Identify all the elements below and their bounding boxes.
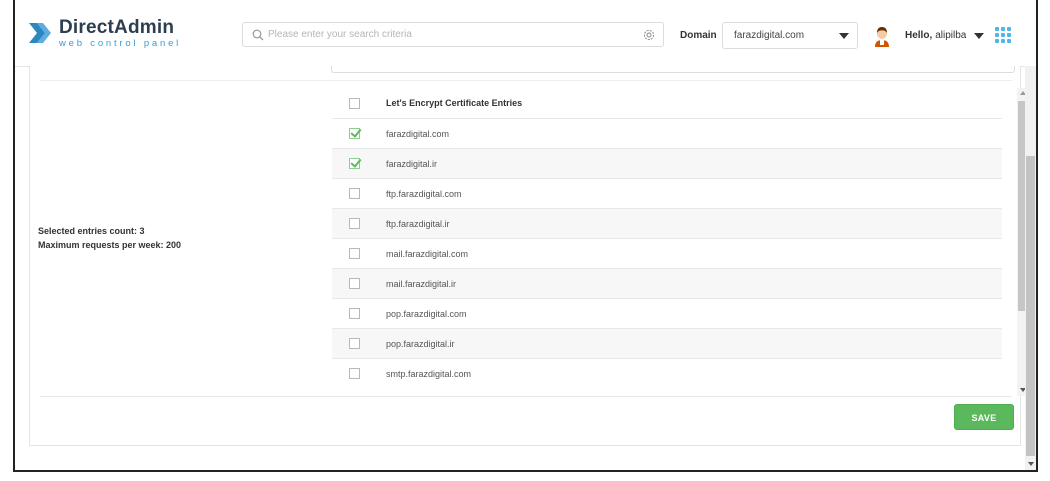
table-row[interactable]: farazdigital.ir (332, 148, 1002, 178)
page-scrollbar[interactable] (1025, 66, 1036, 470)
directadmin-logo[interactable]: DirectAdmin web control panel (27, 18, 181, 49)
search-input[interactable] (264, 29, 643, 40)
apps-grid-icon[interactable] (995, 27, 1011, 43)
search-settings-gear-icon[interactable] (643, 29, 655, 41)
user-menu[interactable]: Hello, alipilba (905, 30, 985, 41)
page-scroll-down-arrow-icon[interactable] (1028, 462, 1034, 466)
save-button[interactable]: SAVE (954, 404, 1014, 430)
row-domain-label: smtp.farazdigital.com (386, 368, 472, 379)
directadmin-logo-icon (27, 19, 53, 47)
panel-divider (40, 80, 1012, 81)
table-header-row: Let's Encrypt Certificate Entries (332, 88, 1002, 118)
table-row[interactable]: farazdigital.com (332, 118, 1002, 148)
row-checkbox[interactable] (349, 128, 360, 139)
row-checkbox[interactable] (349, 278, 360, 289)
row-checkbox[interactable] (349, 308, 360, 319)
user-avatar-icon[interactable] (873, 25, 891, 47)
row-domain-label: ftp.farazdigital.ir (386, 218, 450, 229)
app-window: DirectAdmin web control panel Domain far… (13, 0, 1038, 472)
maximum-requests-per-week: Maximum requests per week: 200 (38, 240, 182, 250)
row-domain-label: farazdigital.com (386, 128, 450, 139)
domain-select-value: farazdigital.com (734, 30, 805, 41)
row-checkbox[interactable] (349, 188, 360, 199)
user-menu-chevron-down-icon (974, 32, 985, 39)
search-icon (252, 29, 264, 41)
table-row[interactable]: ftp.farazdigital.ir (332, 208, 1002, 238)
table-row[interactable]: smtp.farazdigital.com (332, 358, 1002, 388)
row-checkbox[interactable] (349, 338, 360, 349)
top-bar: DirectAdmin web control panel Domain far… (15, 0, 1036, 67)
selected-entries-count: Selected entries count: 3 (38, 226, 145, 236)
table-row[interactable]: pop.farazdigital.ir (332, 328, 1002, 358)
entry-info: Selected entries count: 3 Maximum reques… (38, 224, 181, 252)
row-domain-label: pop.farazdigital.com (386, 308, 467, 319)
row-domain-label: farazdigital.ir (386, 158, 438, 169)
table-row[interactable]: mail.farazdigital.com (332, 238, 1002, 268)
table-bottom-divider (40, 396, 1012, 397)
row-domain-label: mail.farazdigital.ir (386, 278, 457, 289)
page-scrollbar-thumb[interactable] (1026, 156, 1035, 456)
logo-title: DirectAdmin (59, 17, 175, 38)
certificate-entries-table: Let's Encrypt Certificate Entries farazd… (332, 88, 1016, 396)
hello-prefix: Hello, (905, 30, 933, 41)
domain-label: Domain (680, 30, 717, 41)
table-row[interactable]: pop.farazdigital.com (332, 298, 1002, 328)
row-domain-label: pop.farazdigital.ir (386, 338, 455, 349)
row-domain-label: ftp.farazdigital.com (386, 188, 462, 199)
row-checkbox[interactable] (349, 368, 360, 379)
username: alipilba (935, 30, 967, 41)
table-row[interactable]: mail.farazdigital.ir (332, 268, 1002, 298)
logo-subtitle: web control panel (59, 38, 182, 49)
panel-top-field (331, 66, 1015, 73)
domain-select[interactable]: farazdigital.com (722, 22, 858, 49)
search-bar (242, 22, 664, 47)
certificate-panel: Selected entries count: 3 Maximum reques… (29, 66, 1028, 446)
row-checkbox[interactable] (349, 248, 360, 259)
table-header-label: Let's Encrypt Certificate Entries (386, 98, 523, 108)
row-checkbox[interactable] (349, 158, 360, 169)
row-domain-label: mail.farazdigital.com (386, 248, 469, 259)
select-all-checkbox[interactable] (349, 97, 360, 109)
chevron-down-icon (839, 32, 849, 39)
table-row[interactable]: ftp.farazdigital.com (332, 178, 1002, 208)
row-checkbox[interactable] (349, 218, 360, 229)
